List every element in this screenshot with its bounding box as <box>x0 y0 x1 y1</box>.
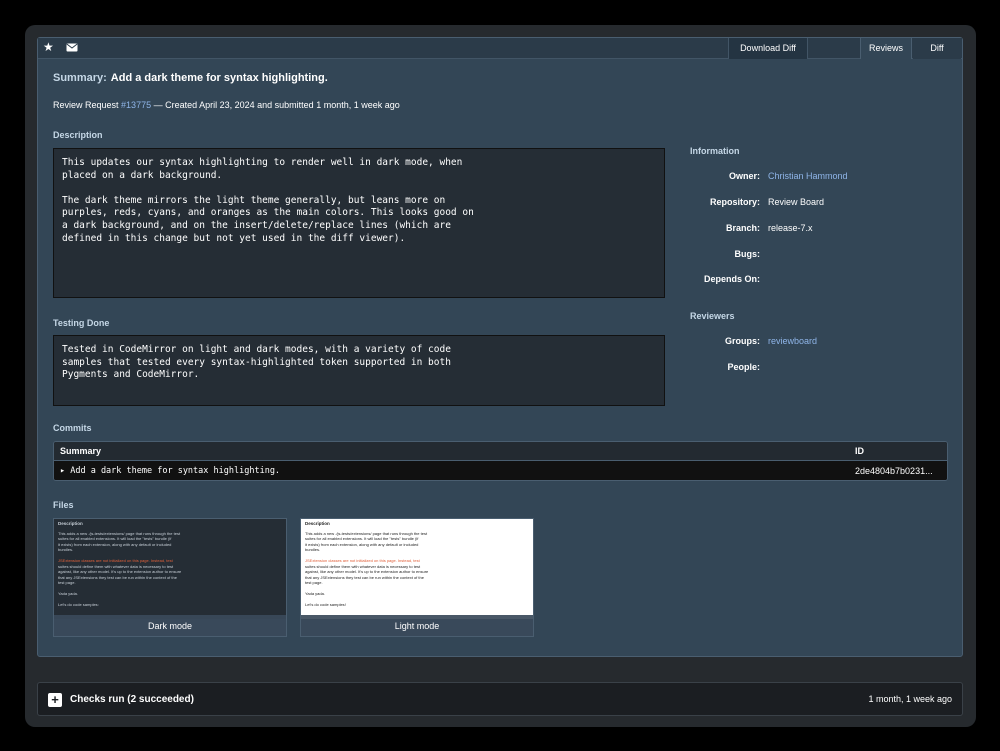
app-window: ★ Download Diff Reviews Diff Summary: Add… <box>25 25 976 727</box>
groups-link[interactable]: reviewboard <box>768 336 817 346</box>
checks-run-bar[interactable]: + Checks run (2 succeeded) 1 month, 1 we… <box>37 682 963 716</box>
thumb-line: Let's do code samples! <box>305 602 346 607</box>
information-heading: Information <box>690 146 740 156</box>
meta-suffix: — Created April 23, 2024 and submitted 1… <box>151 100 400 110</box>
file-thumbnail-dark: Description This adds a new ./js-tests/e… <box>54 519 286 619</box>
description-heading: Description <box>53 130 103 140</box>
description-text: This updates our syntax highlighting to … <box>53 148 665 298</box>
summary-label: Summary: <box>53 72 107 84</box>
files-heading: Files <box>53 500 74 510</box>
testing-done-heading: Testing Done <box>53 318 110 328</box>
repository-key: Repository: <box>709 197 760 207</box>
file-caption-dark-mode[interactable]: Dark mode <box>54 615 286 636</box>
file-attachment-light-mode[interactable]: Description This adds a new ./js-tests/e… <box>300 518 534 637</box>
review-request-meta: Review Request #13775 — Created April 23… <box>53 100 400 110</box>
thumb-title: Description <box>58 521 83 526</box>
branch-key: Branch: <box>725 223 760 233</box>
table-row[interactable]: ▸ Add a dark theme for syntax highlighti… <box>54 461 947 480</box>
summary-text: Add a dark theme for syntax highlighting… <box>110 72 328 84</box>
tab-reviews[interactable]: Reviews <box>860 38 912 59</box>
repository-value: Review Board <box>768 197 825 207</box>
commit-summary[interactable]: ▸ Add a dark theme for syntax highlighti… <box>60 466 280 476</box>
commits-heading: Commits <box>53 423 92 433</box>
owner-link[interactable]: Christian Hammond <box>768 171 848 181</box>
file-caption-light-mode[interactable]: Light mode <box>301 615 533 636</box>
bugs-key: Bugs: <box>734 249 761 259</box>
commits-table: Summary ID ▸ Add a dark theme for syntax… <box>53 441 948 481</box>
checks-run-title[interactable]: Checks run (2 succeeded) <box>70 694 194 705</box>
thumb-title: Description <box>305 521 330 526</box>
tab-diff[interactable]: Diff <box>913 38 961 59</box>
commits-col-summary: Summary <box>60 446 102 456</box>
star-icon[interactable]: ★ <box>43 41 55 53</box>
meta-prefix: Review Request <box>53 100 122 110</box>
plus-icon[interactable]: + <box>48 693 62 707</box>
file-attachment-dark-mode[interactable]: Description This adds a new ./js-tests/e… <box>53 518 287 637</box>
people-key: People: <box>727 362 760 372</box>
review-request-panel: ★ Download Diff Reviews Diff Summary: Add… <box>37 37 963 657</box>
page-title: Summary: Add a dark theme for syntax high… <box>53 72 328 84</box>
branch-value: release-7.x <box>768 223 813 233</box>
groups-key: Groups: <box>725 336 760 346</box>
review-topbar: ★ Download Diff Reviews Diff <box>38 38 962 59</box>
commits-col-id: ID <box>855 446 864 456</box>
depends-on-key: Depends On: <box>703 274 760 284</box>
testing-done-text: Tested in CodeMirror on light and dark m… <box>53 335 665 406</box>
thumb-line: Let's do code samples: <box>58 602 99 607</box>
commits-table-header: Summary ID <box>54 442 947 461</box>
file-thumbnail-light: Description This adds a new ./js-tests/e… <box>301 519 533 619</box>
owner-key: Owner: <box>728 171 760 181</box>
checks-run-timestamp: 1 month, 1 week ago <box>868 694 952 704</box>
commit-id: 2de4804b7b0231... <box>855 466 933 476</box>
reviewers-heading: Reviewers <box>690 311 735 321</box>
download-diff-button[interactable]: Download Diff <box>728 38 808 59</box>
mail-icon[interactable] <box>66 43 78 52</box>
review-request-id-link[interactable]: #13775 <box>121 100 151 110</box>
